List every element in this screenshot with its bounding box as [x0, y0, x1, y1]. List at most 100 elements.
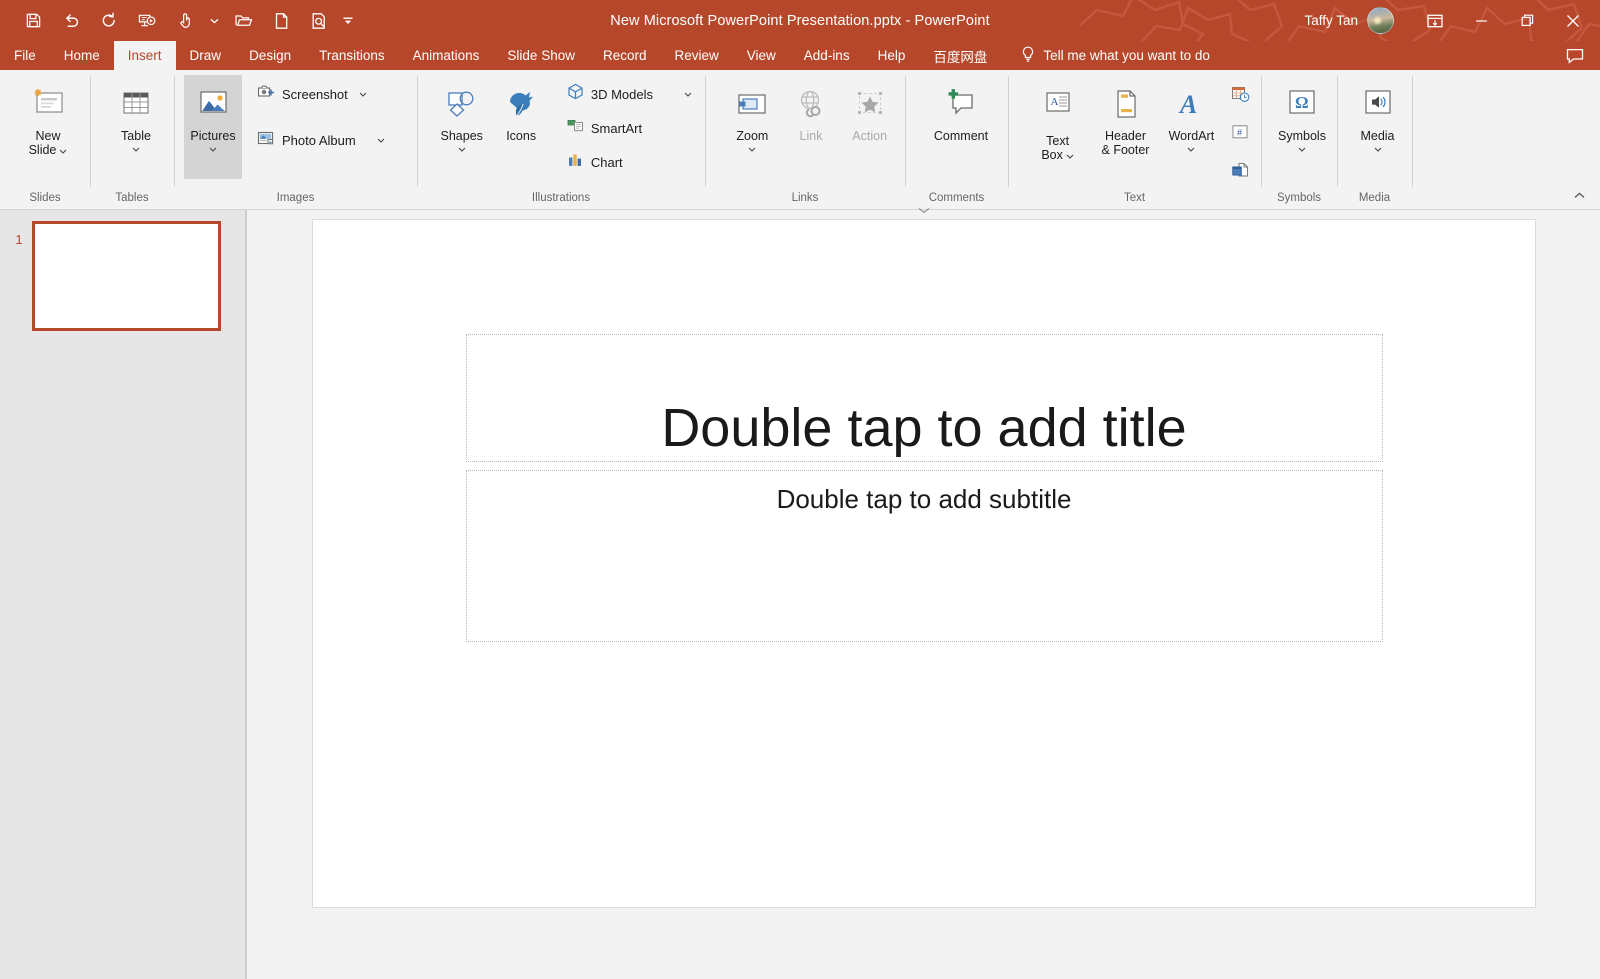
wordart-icon: A — [1175, 82, 1207, 126]
slide-number-button[interactable]: # — [1225, 119, 1255, 149]
icons-button[interactable]: Icons — [492, 75, 549, 171]
slide-thumbnail-1[interactable] — [32, 221, 221, 331]
text-box-button[interactable]: A Text Box — [1028, 75, 1087, 171]
close-icon[interactable] — [1550, 0, 1596, 41]
ribbon-group-label-illustrations: Illustrations — [531, 192, 591, 204]
main-area: 1 Double tap to add title Double tap to … — [0, 207, 1600, 979]
new-slide-button[interactable]: New Slide — [12, 75, 84, 171]
wordart-label: WordArt — [1168, 129, 1215, 143]
pane-splitter[interactable] — [245, 210, 246, 979]
slide-canvas[interactable]: Double tap to add title Double tap to ad… — [312, 220, 1535, 907]
tab-review[interactable]: Review — [661, 41, 733, 70]
pictures-chevron-down-icon[interactable] — [209, 144, 217, 154]
ribbon-display-options-icon[interactable] — [1412, 0, 1458, 41]
shapes-chevron-down-icon[interactable] — [458, 144, 466, 154]
tell-me-search[interactable]: Tell me what you want to do — [1001, 41, 1210, 70]
symbols-chevron-down-icon[interactable] — [1298, 144, 1306, 154]
zoom-button[interactable]: Zoom — [723, 75, 782, 171]
3d-models-label: 3D Models — [590, 86, 653, 102]
ribbon-group-images: Pictures Screenshot Photo Album Images — [174, 70, 417, 209]
restore-icon[interactable] — [1504, 0, 1550, 41]
tab-animations[interactable]: Animations — [399, 41, 494, 70]
touch-mode-icon[interactable] — [166, 6, 204, 36]
pictures-label: Pictures — [190, 129, 236, 143]
wordart-chevron-down-icon[interactable] — [1187, 144, 1195, 154]
start-from-beginning-icon[interactable] — [128, 6, 166, 36]
smartart-button[interactable]: SmartArt — [562, 113, 699, 143]
tab-transitions[interactable]: Transitions — [305, 41, 399, 70]
ribbon-group-label-links: Links — [791, 192, 819, 204]
photo-album-chevron-down-icon[interactable] — [377, 135, 385, 145]
symbols-label: Symbols — [1278, 129, 1326, 143]
link-label: Link — [799, 129, 823, 143]
quick-access-toolbar — [0, 6, 358, 36]
tab-add-ins[interactable]: Add-ins — [790, 41, 864, 70]
media-button[interactable]: Media — [1349, 75, 1406, 171]
text-box-icon: A — [1042, 82, 1074, 126]
slide-thumbnail-pane: 1 — [0, 210, 247, 979]
account-name: Taffy Tan — [1304, 13, 1358, 28]
wordart-button[interactable]: A WordArt — [1162, 75, 1221, 171]
tab-baidu-netdisk[interactable]: 百度网盘 — [919, 41, 1001, 70]
pictures-button[interactable]: Pictures — [184, 75, 242, 179]
collapse-ribbon-button[interactable] — [1568, 185, 1590, 205]
ribbon-group-comments: Comment Comments — [905, 70, 1008, 209]
comment-button[interactable]: Comment — [925, 75, 997, 171]
chart-button[interactable]: Chart — [562, 147, 699, 177]
text-box-chevron-down-icon[interactable] — [1066, 151, 1074, 161]
media-chevron-down-icon[interactable] — [1374, 144, 1382, 154]
new-icon[interactable] — [262, 6, 300, 36]
undo-icon[interactable] — [52, 6, 90, 36]
tab-insert[interactable]: Insert — [113, 41, 176, 70]
photo-album-button[interactable]: Photo Album — [252, 125, 392, 155]
table-button[interactable]: Table — [105, 75, 167, 171]
ribbon-group-slides: New Slide Slides — [0, 70, 90, 209]
icons-label: Icons — [506, 129, 537, 143]
title-placeholder[interactable]: Double tap to add title — [465, 334, 1383, 462]
thumbnail-row: 1 — [0, 221, 246, 331]
svg-text:#: # — [1237, 127, 1242, 137]
tab-draw[interactable]: Draw — [176, 41, 236, 70]
touch-mode-chevron-down-icon[interactable] — [204, 6, 224, 36]
shapes-button[interactable]: Shapes — [433, 75, 490, 171]
screenshot-chevron-down-icon[interactable] — [359, 89, 367, 99]
tab-home[interactable]: Home — [50, 41, 114, 70]
save-icon[interactable] — [14, 6, 52, 36]
3d-models-chevron-down-icon[interactable] — [684, 89, 692, 99]
tab-design[interactable]: Design — [235, 41, 305, 70]
3d-models-button[interactable]: 3D Models — [562, 79, 699, 109]
date-and-time-button[interactable] — [1225, 81, 1255, 111]
table-chevron-down-icon[interactable] — [132, 144, 140, 154]
redo-icon[interactable] — [90, 6, 128, 36]
link-button: Link — [782, 75, 841, 171]
customize-quick-access-toolbar-icon[interactable] — [338, 6, 358, 36]
minimize-icon[interactable] — [1458, 0, 1504, 41]
svg-text:A: A — [1050, 96, 1058, 108]
photo-album-label: Photo Album — [282, 132, 356, 148]
tab-slide-show[interactable]: Slide Show — [493, 41, 589, 70]
ribbon-group-illustrations: Shapes Icons 3D Models SmartArt Chart Il… — [417, 70, 705, 209]
screenshot-button[interactable]: Screenshot — [252, 79, 392, 109]
tab-view[interactable]: View — [733, 41, 790, 70]
open-icon[interactable] — [224, 6, 262, 36]
slide-editor: Double tap to add title Double tap to ad… — [247, 207, 1600, 979]
lightbulb-icon — [1021, 46, 1035, 66]
subtitle-placeholder[interactable]: Double tap to add subtitle — [465, 470, 1383, 642]
symbols-button[interactable]: Ω Symbols — [1273, 75, 1331, 171]
tab-file[interactable]: File — [0, 41, 50, 70]
pictures-icon — [196, 82, 230, 126]
editor-collapse-handle[interactable] — [918, 206, 930, 217]
print-preview-icon[interactable] — [300, 6, 338, 36]
zoom-label: Zoom — [736, 129, 769, 143]
comment-icon[interactable] — [1566, 48, 1584, 64]
ribbon-group-label-tables: Tables — [115, 192, 149, 204]
avatar[interactable] — [1367, 7, 1394, 34]
tab-help[interactable]: Help — [864, 41, 920, 70]
zoom-chevron-down-icon[interactable] — [748, 144, 756, 154]
object-button[interactable] — [1225, 157, 1255, 187]
new-slide-chevron-down-icon[interactable] — [59, 146, 67, 156]
link-icon — [794, 82, 828, 126]
comment-label: Comment — [933, 129, 989, 143]
tab-record[interactable]: Record — [589, 41, 661, 70]
header-footer-button[interactable]: Header & Footer — [1089, 75, 1162, 171]
